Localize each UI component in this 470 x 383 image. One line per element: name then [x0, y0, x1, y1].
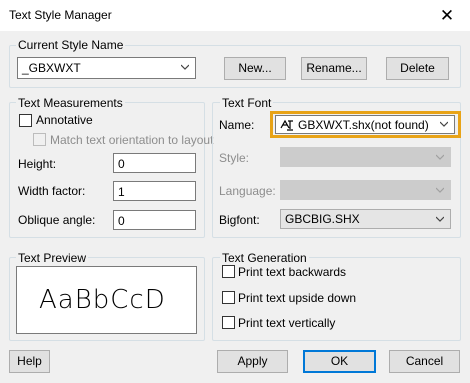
- height-label: Height:: [18, 157, 57, 171]
- match-orientation-checkbox[interactable]: [33, 133, 46, 146]
- print-upside-down-label: Print text upside down: [238, 291, 357, 305]
- text-preview-box: AaBbCcD: [16, 266, 197, 334]
- ok-button[interactable]: OK: [303, 350, 376, 373]
- annotative-checkbox[interactable]: [19, 114, 32, 127]
- font-style-select[interactable]: [280, 147, 451, 167]
- apply-button[interactable]: Apply: [217, 350, 288, 373]
- height-value: 0: [118, 157, 125, 171]
- bigfont-value: GBCBIG.SHX: [285, 212, 360, 226]
- chevron-down-icon: [436, 186, 444, 194]
- height-input[interactable]: 0: [113, 153, 196, 173]
- oblique-angle-label: Oblique angle:: [18, 213, 96, 227]
- rename-button[interactable]: Rename...: [301, 57, 367, 80]
- bigfont-label: Bigfont:: [219, 213, 260, 227]
- chevron-down-icon: [181, 63, 189, 71]
- text-measurements-label: Text Measurements: [16, 96, 125, 110]
- font-name-value: GBXWXT.shx(not found): [298, 118, 429, 132]
- oblique-angle-value: 0: [118, 214, 125, 228]
- print-backwards-checkbox[interactable]: [222, 265, 235, 278]
- print-upside-down-checkbox[interactable]: [222, 291, 235, 304]
- current-style-label: Current Style Name: [16, 38, 126, 52]
- font-style-label: Style:: [219, 151, 250, 165]
- preview-sample-text: AaBbCcD: [39, 285, 166, 315]
- help-button[interactable]: Help: [9, 350, 50, 373]
- font-language-label: Language:: [219, 184, 276, 198]
- chevron-down-icon: [436, 153, 444, 161]
- font-name-select[interactable]: GBXWXT.shx(not found): [275, 115, 455, 134]
- oblique-angle-input[interactable]: 0: [113, 210, 196, 230]
- shx-font-icon: [280, 118, 294, 132]
- font-language-select[interactable]: [280, 180, 451, 200]
- text-preview-label: Text Preview: [16, 251, 89, 265]
- current-style-value: _GBXWXT: [22, 61, 81, 75]
- match-orientation-label: Match text orientation to layout: [50, 133, 214, 147]
- current-style-select[interactable]: _GBXWXT: [17, 57, 196, 79]
- print-vertically-label: Print text vertically: [238, 316, 336, 330]
- chevron-down-icon: [436, 215, 444, 223]
- close-icon[interactable]: ✕: [436, 6, 458, 26]
- font-name-label: Name:: [219, 118, 255, 132]
- annotative-label: Annotative: [36, 113, 93, 127]
- bigfont-select[interactable]: GBCBIG.SHX: [280, 209, 451, 229]
- delete-button[interactable]: Delete: [386, 57, 449, 80]
- width-factor-value: 1: [118, 185, 125, 199]
- print-vertically-checkbox[interactable]: [222, 316, 235, 329]
- cancel-button[interactable]: Cancel: [389, 350, 460, 373]
- print-backwards-label: Print text backwards: [238, 265, 347, 279]
- text-font-label: Text Font: [220, 96, 274, 110]
- window-title: Text Style Manager: [9, 8, 112, 22]
- width-factor-input[interactable]: 1: [113, 181, 196, 201]
- new-button[interactable]: New...: [224, 57, 286, 80]
- width-factor-label: Width factor:: [18, 184, 86, 198]
- text-generation-label: Text Generation: [220, 251, 309, 265]
- chevron-down-icon: [440, 120, 448, 128]
